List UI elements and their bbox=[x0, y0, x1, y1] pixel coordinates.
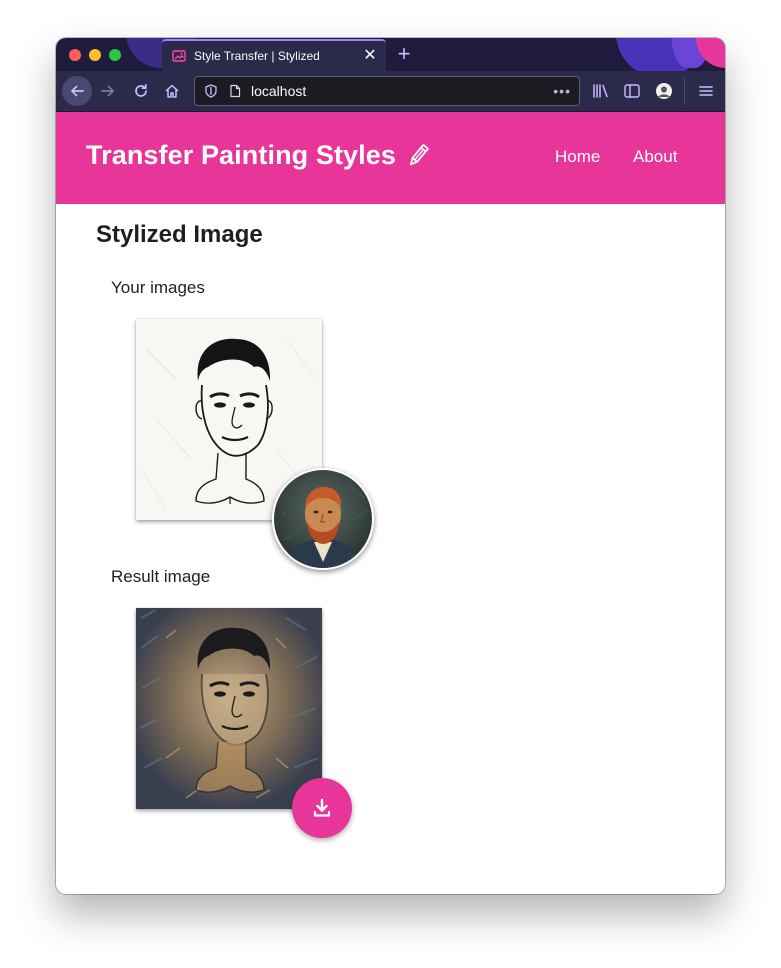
your-images-label: Your images bbox=[111, 278, 205, 297]
tab-style-transfer[interactable]: Style Transfer | Stylized ✕ bbox=[162, 39, 386, 71]
library-icon bbox=[593, 84, 608, 98]
style-image bbox=[272, 468, 374, 570]
page-actions-icon[interactable]: ••• bbox=[553, 83, 571, 99]
home-button[interactable] bbox=[158, 77, 186, 105]
url-text: localhost bbox=[251, 83, 307, 99]
hamburger-menu-icon bbox=[699, 86, 713, 96]
home-icon bbox=[165, 84, 179, 98]
avatar-icon bbox=[656, 83, 672, 99]
site-header: Transfer Painting Styles Home About bbox=[56, 112, 725, 204]
window-close-button[interactable] bbox=[69, 49, 81, 61]
nav-about-link[interactable]: About bbox=[633, 147, 677, 167]
download-button[interactable] bbox=[292, 778, 352, 838]
url-bar[interactable]: localhost ••• bbox=[194, 76, 580, 106]
reload-button[interactable] bbox=[127, 77, 155, 105]
shield-icon[interactable] bbox=[203, 83, 219, 99]
sidebar-icon bbox=[624, 84, 640, 98]
tab-title: Style Transfer | Stylized bbox=[194, 49, 320, 63]
tab-close-icon[interactable]: ✕ bbox=[362, 48, 378, 64]
reload-icon bbox=[135, 83, 147, 97]
arrow-left-icon bbox=[71, 85, 84, 97]
browser-window: Style Transfer | Stylized ✕ + localhost … bbox=[56, 38, 725, 894]
nav-home-link[interactable]: Home bbox=[555, 147, 600, 167]
new-tab-button[interactable]: + bbox=[393, 43, 415, 65]
page-icon bbox=[227, 83, 243, 99]
window-zoom-button[interactable] bbox=[109, 49, 121, 61]
forward-button[interactable] bbox=[94, 77, 122, 105]
brand-title: Transfer Painting Styles bbox=[86, 140, 396, 170]
site-brand[interactable]: Transfer Painting Styles bbox=[86, 140, 430, 171]
navigation-toolbar: localhost ••• bbox=[56, 71, 725, 112]
page-title: Stylized Image bbox=[96, 221, 263, 248]
image-icon bbox=[172, 49, 186, 63]
tab-strip: Style Transfer | Stylized ✕ + bbox=[56, 38, 725, 71]
web-page: Transfer Painting Styles Home About Styl… bbox=[56, 112, 725, 894]
pencil-icon bbox=[406, 143, 430, 169]
account-button[interactable] bbox=[652, 79, 676, 103]
library-button[interactable] bbox=[589, 79, 613, 103]
menu-button[interactable] bbox=[694, 79, 718, 103]
back-button[interactable] bbox=[62, 76, 92, 106]
result-image bbox=[136, 608, 322, 809]
window-minimize-button[interactable] bbox=[89, 49, 101, 61]
arrow-right-icon bbox=[101, 85, 114, 97]
sidebar-button[interactable] bbox=[620, 79, 644, 103]
download-icon bbox=[313, 798, 331, 817]
result-image-label: Result image bbox=[111, 567, 211, 586]
